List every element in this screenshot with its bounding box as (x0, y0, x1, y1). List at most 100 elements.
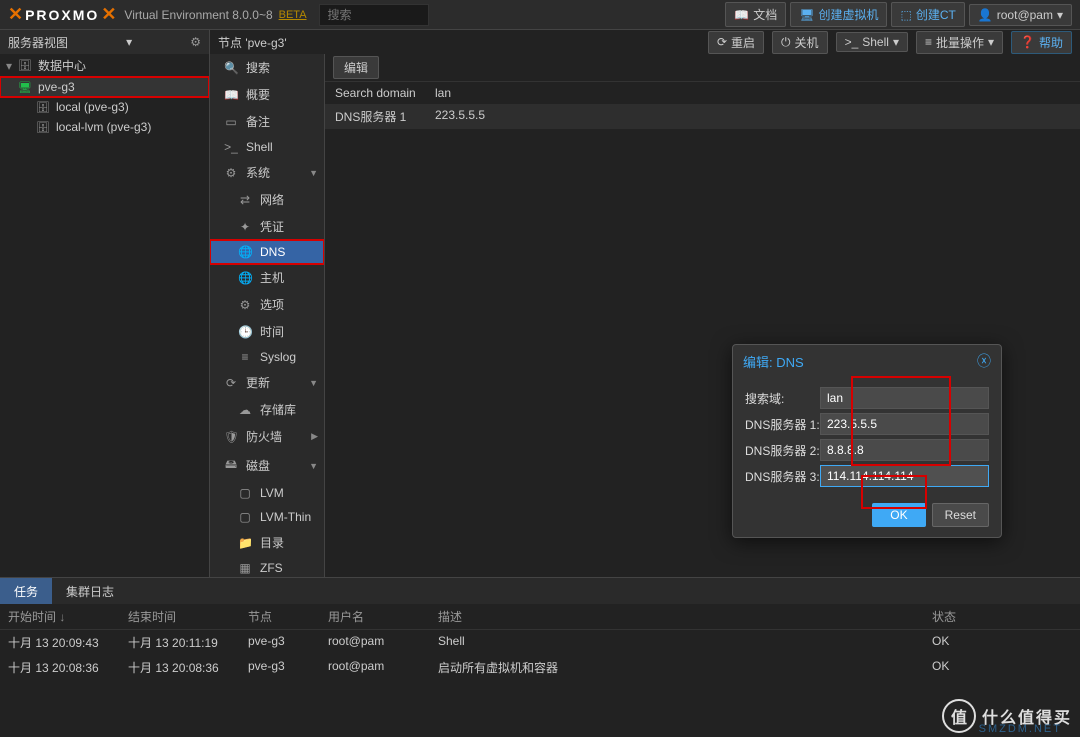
submenu-syslog[interactable]: ≡Syslog (210, 345, 324, 369)
submenu-hosts[interactable]: 🌐主机 (210, 264, 324, 291)
tree-view-selector[interactable]: 服务器视图 ▾ ⚙ (0, 30, 210, 54)
submenu-lvmthin[interactable]: ▢LVM-Thin (210, 505, 324, 529)
chevron-down-icon: ▾ (893, 35, 899, 49)
watermark-icon: 值 (942, 699, 976, 733)
dialog-title: 编辑: DNS (743, 352, 804, 371)
log-tabs: 任务 集群日志 (0, 578, 1080, 604)
cloud-icon: ☁ (238, 403, 252, 417)
input-dns2[interactable] (820, 439, 989, 461)
bulk-actions-button[interactable]: ≡批量操作 ▾ (916, 31, 1003, 54)
gear-icon[interactable]: ⚙ (190, 35, 201, 49)
tab-tasks[interactable]: 任务 (0, 578, 52, 604)
terminal-icon: >_ (845, 35, 859, 49)
submenu-shell[interactable]: >_Shell (210, 135, 324, 159)
ok-button[interactable]: OK (872, 503, 925, 527)
globe-icon: 🌐 (238, 245, 252, 259)
help-button[interactable]: ❓帮助 (1011, 31, 1072, 54)
refresh-icon: ⟳ (224, 376, 238, 390)
cell-user: root@pam (328, 634, 438, 651)
input-searchdomain[interactable] (820, 387, 989, 409)
form-row-dns2: DNS服务器 2: (745, 439, 989, 461)
tree-datacenter[interactable]: ▾🗄数据中心 (0, 54, 209, 77)
book-icon: 📖 (734, 8, 749, 22)
user-menu-button[interactable]: 👤root@pam ▾ (969, 4, 1072, 26)
submenu-firewall[interactable]: 🛡防火墙▶ (210, 423, 324, 450)
node-submenu: 🔍搜索 📖概要 ▭备注 >_Shell ⚙系统▼ ⇄网络 ✦凭证 🌐DNS 🌐主… (210, 54, 325, 577)
cert-icon: ✦ (238, 220, 252, 234)
chevron-right-icon: ▶ (311, 431, 318, 442)
grid-icon: ▦ (238, 561, 252, 575)
submenu-summary[interactable]: 📖概要 (210, 81, 324, 108)
create-vm-button[interactable]: 🖥创建虚拟机 (790, 2, 887, 27)
cell-end: 十月 13 20:08:36 (128, 659, 248, 676)
tree-storage-local[interactable]: 🗄local (pve-g3) (0, 97, 209, 117)
grid-row[interactable]: Search domain lan (325, 82, 1080, 104)
submenu-updates[interactable]: ⟳更新▼ (210, 369, 324, 396)
task-table-header[interactable]: 开始时间 结束时间 节点 用户名 描述 状态 (0, 604, 1080, 630)
grid-row[interactable]: DNS服务器 1 223.5.5.5 (325, 104, 1080, 129)
submenu-options[interactable]: ⚙选项 (210, 291, 324, 318)
col-start[interactable]: 开始时间 (8, 608, 128, 625)
grid-value: 223.5.5.5 (435, 108, 485, 125)
label-dns2: DNS服务器 2: (745, 442, 820, 459)
shutdown-button[interactable]: ⏻关机 (772, 31, 828, 54)
grid-value: lan (435, 86, 451, 100)
list-icon: ≡ (238, 350, 252, 364)
logo: ✕ PROXMO ✕ Virtual Environment 8.0.0~8 B… (8, 4, 307, 25)
col-desc[interactable]: 描述 (438, 608, 932, 625)
cell-status: OK (932, 659, 1072, 676)
docs-button[interactable]: 📖文档 (725, 2, 786, 27)
submenu-repo[interactable]: ☁存储库 (210, 396, 324, 423)
submenu-certs[interactable]: ✦凭证 (210, 213, 324, 240)
input-dns3[interactable] (820, 465, 989, 487)
dialog-title-bar[interactable]: 编辑: DNS ⓧ (733, 345, 1001, 377)
submenu-disks[interactable]: 🖴磁盘▼ (210, 450, 324, 481)
globe-icon: 🌐 (238, 271, 252, 285)
folder-icon: 📁 (238, 536, 252, 550)
task-row[interactable]: 十月 13 20:08:36 十月 13 20:08:36 pve-g3 roo… (0, 655, 1080, 680)
book-icon: 📖 (224, 88, 238, 102)
reset-button[interactable]: Reset (932, 503, 989, 527)
task-row[interactable]: 十月 13 20:09:43 十月 13 20:11:19 pve-g3 roo… (0, 630, 1080, 655)
submenu-dns[interactable]: 🌐DNS (210, 240, 324, 264)
input-dns1[interactable] (820, 413, 989, 435)
version-text: Virtual Environment 8.0.0~8 (124, 8, 272, 22)
chevron-down-icon: ▾ (6, 59, 12, 73)
cell-status: OK (932, 634, 1072, 651)
shell-dropdown-button[interactable]: >_Shell ▾ (836, 32, 908, 52)
tree-storage-local-lvm[interactable]: 🗄local-lvm (pve-g3) (0, 117, 209, 137)
label-searchdomain: 搜索域: (745, 390, 820, 407)
col-end[interactable]: 结束时间 (128, 608, 248, 625)
submenu-time[interactable]: 🕒时间 (210, 318, 324, 345)
close-icon[interactable]: ⓧ (977, 351, 991, 371)
node-icon: 🖥 (18, 81, 32, 94)
chevron-down-icon: ▾ (126, 35, 132, 49)
cube-icon: ⬚ (900, 8, 911, 22)
restart-button[interactable]: ⟳重启 (708, 31, 764, 54)
network-icon: ⇄ (238, 193, 252, 207)
disk-icon: 🖴 (224, 455, 238, 476)
global-search-input[interactable] (319, 4, 429, 26)
label-dns3: DNS服务器 3: (745, 468, 820, 485)
logo-text: PROXMO (25, 7, 99, 23)
form-row-searchdomain: 搜索域: (745, 387, 989, 409)
tree-node-pve-g3[interactable]: 🖥pve-g3 (0, 77, 209, 97)
col-status[interactable]: 状态 (932, 608, 1072, 625)
col-user[interactable]: 用户名 (328, 608, 438, 625)
app-header: ✕ PROXMO ✕ Virtual Environment 8.0.0~8 B… (0, 0, 1080, 30)
storage-icon: 🗄 (36, 121, 50, 134)
shield-icon: 🛡 (224, 430, 238, 444)
submenu-system[interactable]: ⚙系统▼ (210, 159, 324, 186)
create-ct-button[interactable]: ⬚创建CT (891, 2, 964, 27)
tab-cluster-log[interactable]: 集群日志 (52, 578, 128, 604)
submenu-lvm[interactable]: ▢LVM (210, 481, 324, 505)
sub-header: 服务器视图 ▾ ⚙ 节点 'pve-g3' ⟳重启 ⏻关机 >_Shell ▾ … (0, 30, 1080, 54)
submenu-network[interactable]: ⇄网络 (210, 186, 324, 213)
submenu-notes[interactable]: ▭备注 (210, 108, 324, 135)
edit-button[interactable]: 编辑 (333, 56, 379, 79)
submenu-dir[interactable]: 📁目录 (210, 529, 324, 556)
submenu-zfs[interactable]: ▦ZFS (210, 556, 324, 577)
col-node[interactable]: 节点 (248, 608, 328, 625)
storage-icon: 🗄 (36, 101, 50, 114)
submenu-search[interactable]: 🔍搜索 (210, 54, 324, 81)
